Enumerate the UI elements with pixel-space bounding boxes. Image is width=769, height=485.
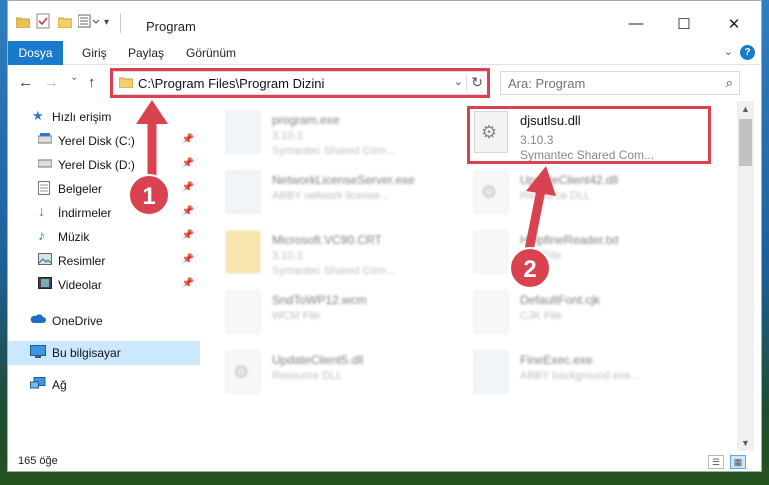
- step-badge-1: 1: [128, 174, 170, 216]
- arrow-1-head: [136, 100, 168, 124]
- step-badge-2: 2: [509, 247, 551, 289]
- arrow-2-shaft: [523, 185, 546, 260]
- arrow-2-head: [526, 166, 556, 196]
- annotation-arrows: [136, 100, 556, 260]
